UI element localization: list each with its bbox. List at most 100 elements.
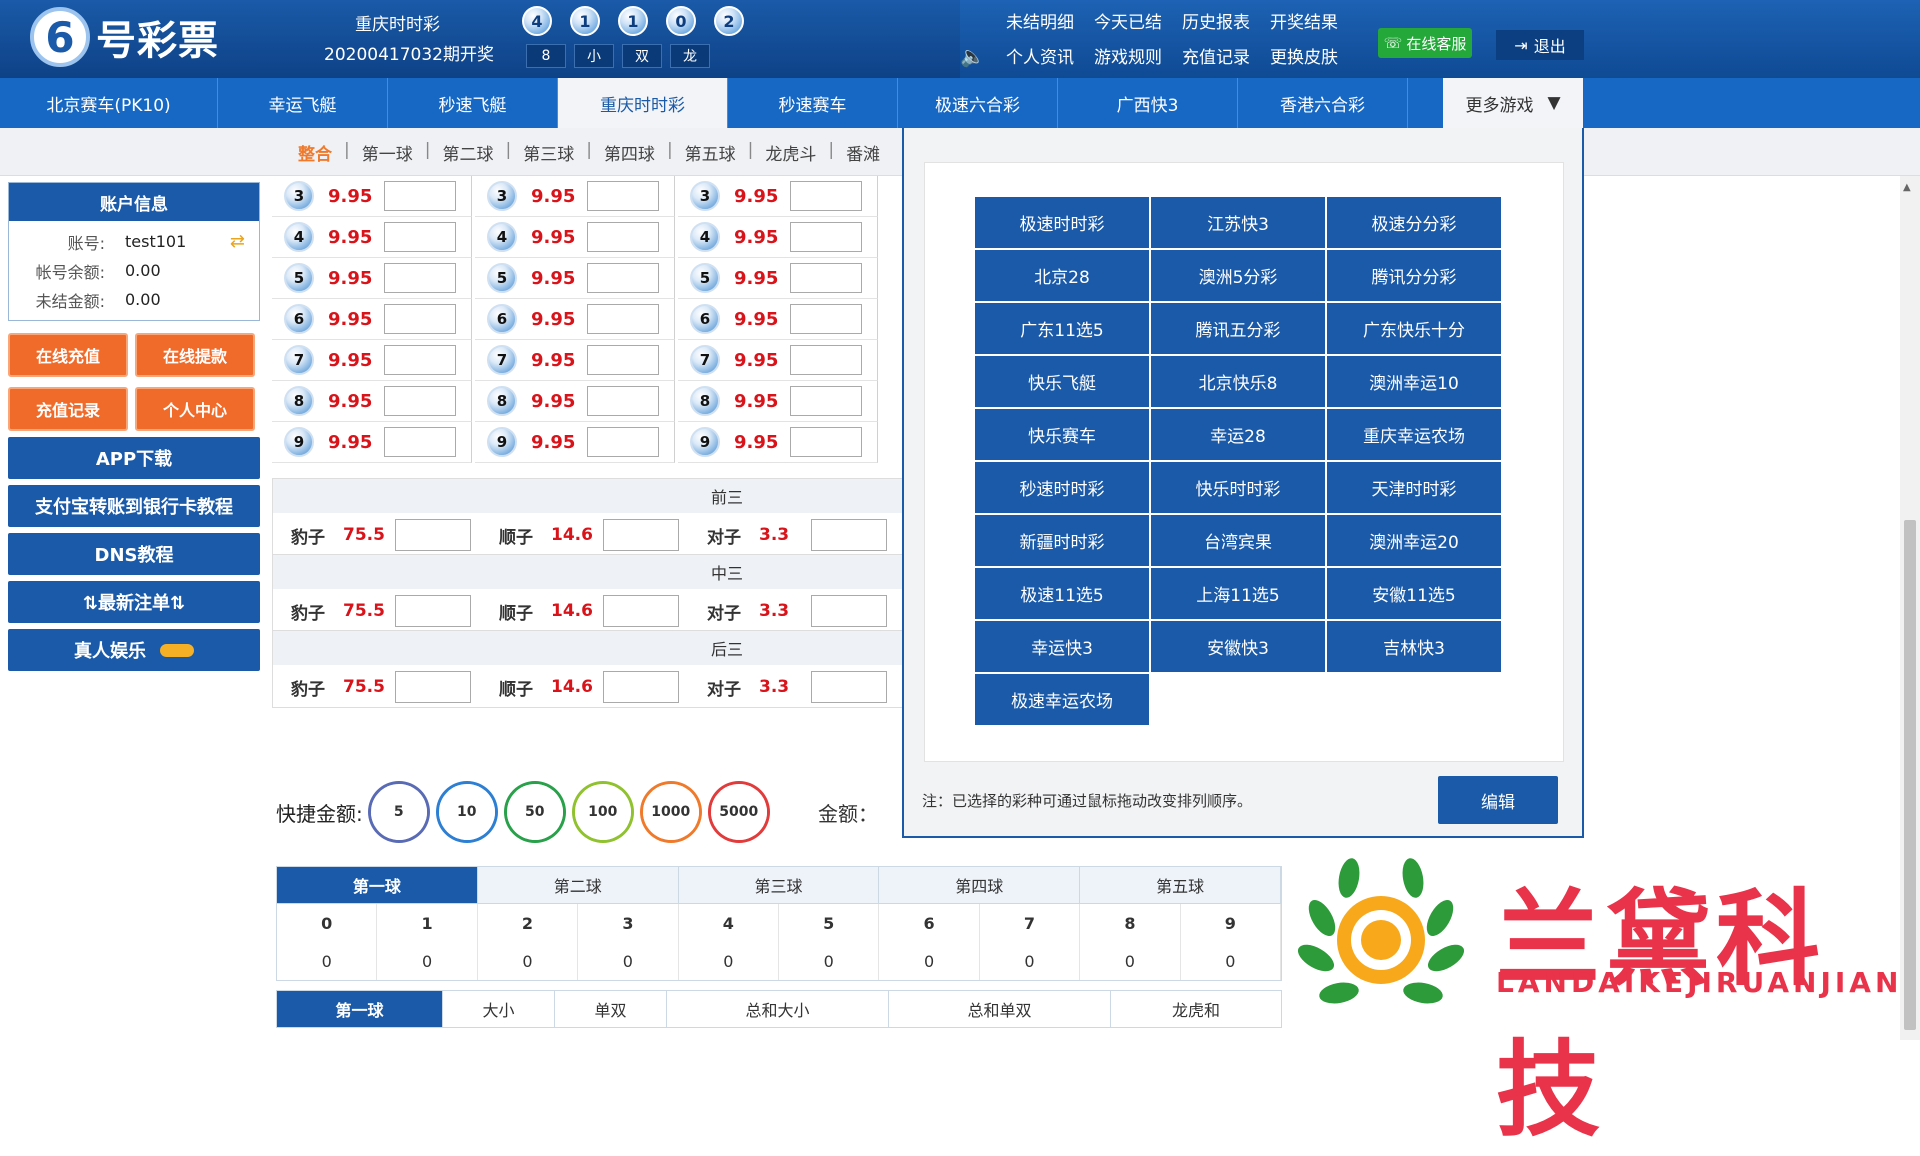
chip-100[interactable]: 100 (574, 784, 631, 840)
subtab-ball2[interactable]: 第二球 (432, 140, 503, 165)
bet-amount-input[interactable] (384, 427, 456, 457)
duizi-input[interactable] (811, 519, 887, 551)
game-option[interactable]: 江苏快3 (1151, 197, 1325, 248)
subtab-ball3[interactable]: 第三球 (513, 140, 584, 165)
link-unsettled[interactable]: 未结明细 (1006, 8, 1094, 33)
bet-amount-input[interactable] (384, 345, 456, 375)
game-option[interactable]: 腾讯五分彩 (1151, 303, 1325, 354)
nav-item-speed-boat[interactable]: 秒速飞艇 (388, 78, 558, 128)
nav-item-lucky-boat[interactable]: 幸运飞艇 (218, 78, 388, 128)
alipay-tutorial-button[interactable]: 支付宝转账到银行卡教程 (8, 485, 260, 527)
game-option[interactable]: 极速11选5 (975, 568, 1149, 619)
game-option[interactable]: 快乐赛车 (975, 409, 1149, 460)
bet-amount-input[interactable] (790, 304, 862, 334)
online-withdraw-button[interactable]: 在线提款 (135, 333, 255, 377)
game-option[interactable]: 北京28 (975, 250, 1149, 301)
stats2-tab-ball1[interactable]: 第一球 (277, 991, 443, 1027)
bet-amount-input[interactable] (384, 304, 456, 334)
baozi-input[interactable] (395, 519, 471, 551)
game-option[interactable]: 幸运快3 (975, 621, 1149, 672)
bet-amount-input[interactable] (587, 181, 659, 211)
stats2-tab-parity[interactable]: 单双 (555, 991, 667, 1027)
edit-button[interactable]: 编辑 (1438, 776, 1558, 824)
game-option[interactable]: 广东11选5 (975, 303, 1149, 354)
nav-item-cqssc[interactable]: 重庆时时彩 (558, 78, 728, 128)
nav-item-pk10[interactable]: 北京赛车(PK10) (0, 78, 218, 128)
game-option[interactable]: 极速分分彩 (1327, 197, 1501, 248)
stats2-tab-sum-size[interactable]: 总和大小 (667, 991, 889, 1027)
chip-5000[interactable]: 5000 (710, 784, 767, 840)
game-option[interactable]: 腾讯分分彩 (1327, 250, 1501, 301)
stats-tab-ball3[interactable]: 第三球 (678, 867, 880, 903)
app-download-button[interactable]: APP下载 (8, 437, 260, 479)
stats-tab-ball4[interactable]: 第四球 (879, 867, 1081, 903)
link-history-report[interactable]: 历史报表 (1182, 8, 1270, 33)
personal-center-button[interactable]: 个人中心 (135, 387, 255, 431)
link-recharge-record[interactable]: 充值记录 (1182, 43, 1270, 68)
nav-item-gx-k3[interactable]: 广西快3 (1058, 78, 1238, 128)
stats2-tab-dragon-tiger[interactable]: 龙虎和 (1111, 991, 1281, 1027)
game-option[interactable]: 澳洲5分彩 (1151, 250, 1325, 301)
game-option[interactable]: 北京快乐8 (1151, 356, 1325, 407)
nav-item-speed-racing[interactable]: 秒速赛车 (728, 78, 898, 128)
nav-item-hk-mark6[interactable]: 香港六合彩 (1238, 78, 1408, 128)
bet-amount-input[interactable] (384, 181, 456, 211)
bet-amount-input[interactable] (587, 304, 659, 334)
subtab-ball5[interactable]: 第五球 (675, 140, 746, 165)
link-game-rules[interactable]: 游戏规则 (1094, 43, 1182, 68)
chip-10[interactable]: 10 (438, 784, 495, 840)
live-casino-button[interactable]: 真人娱乐 (8, 629, 260, 671)
subtab-fantan[interactable]: 番滩 (836, 140, 890, 165)
shunzi-input[interactable] (603, 671, 679, 703)
link-change-skin[interactable]: 更换皮肤 (1270, 43, 1358, 68)
bet-amount-input[interactable] (790, 181, 862, 211)
speaker-icon[interactable]: 🔈 (960, 44, 985, 68)
game-option[interactable]: 澳洲幸运10 (1327, 356, 1501, 407)
subtab-dragon-tiger[interactable]: 龙虎斗 (755, 140, 826, 165)
game-option[interactable]: 极速幸运农场 (975, 674, 1149, 725)
more-games-button[interactable]: 更多游戏 ▼ (1443, 78, 1583, 128)
bet-amount-input[interactable] (587, 345, 659, 375)
customer-service-button[interactable]: ☏ 在线客服 (1378, 28, 1472, 58)
scroll-up-arrow-icon[interactable]: ▲ (1903, 182, 1911, 193)
stats-tab-ball5[interactable]: 第五球 (1080, 867, 1281, 903)
game-option[interactable]: 吉林快3 (1327, 621, 1501, 672)
game-option[interactable]: 台湾宾果 (1151, 515, 1325, 566)
recharge-record-button[interactable]: 充值记录 (8, 387, 128, 431)
game-option[interactable]: 重庆幸运农场 (1327, 409, 1501, 460)
bet-amount-input[interactable] (587, 386, 659, 416)
game-option[interactable]: 安徽快3 (1151, 621, 1325, 672)
game-option[interactable]: 快乐时时彩 (1151, 462, 1325, 513)
baozi-input[interactable] (395, 671, 471, 703)
bet-amount-input[interactable] (587, 427, 659, 457)
duizi-input[interactable] (811, 671, 887, 703)
latest-bets-button[interactable]: ⇅最新注单⇅ (8, 581, 260, 623)
bet-amount-input[interactable] (790, 386, 862, 416)
bet-amount-input[interactable] (790, 263, 862, 293)
shunzi-input[interactable] (603, 595, 679, 627)
bet-amount-input[interactable] (384, 386, 456, 416)
game-option[interactable]: 极速时时彩 (975, 197, 1149, 248)
online-recharge-button[interactable]: 在线充值 (8, 333, 128, 377)
link-today-settled[interactable]: 今天已结 (1094, 8, 1182, 33)
game-option[interactable]: 上海11选5 (1151, 568, 1325, 619)
game-option[interactable]: 澳洲幸运20 (1327, 515, 1501, 566)
chip-50[interactable]: 50 (506, 784, 563, 840)
game-option[interactable]: 广东快乐十分 (1327, 303, 1501, 354)
refresh-icon[interactable]: ⇄ (230, 231, 245, 252)
subtab-ball1[interactable]: 第一球 (352, 140, 423, 165)
subtab-ball4[interactable]: 第四球 (594, 140, 665, 165)
game-option[interactable]: 安徽11选5 (1327, 568, 1501, 619)
shunzi-input[interactable] (603, 519, 679, 551)
stats2-tab-size[interactable]: 大小 (443, 991, 555, 1027)
chip-5[interactable]: 5 (370, 784, 427, 840)
stats-tab-ball2[interactable]: 第二球 (477, 867, 679, 903)
game-option[interactable]: 快乐飞艇 (975, 356, 1149, 407)
bet-amount-input[interactable] (384, 222, 456, 252)
chip-1000[interactable]: 1000 (642, 784, 699, 840)
link-draw-results[interactable]: 开奖结果 (1270, 8, 1358, 33)
game-option[interactable]: 幸运28 (1151, 409, 1325, 460)
subtab-all[interactable]: 整合 (288, 140, 342, 165)
bet-amount-input[interactable] (790, 345, 862, 375)
bet-amount-input[interactable] (790, 222, 862, 252)
